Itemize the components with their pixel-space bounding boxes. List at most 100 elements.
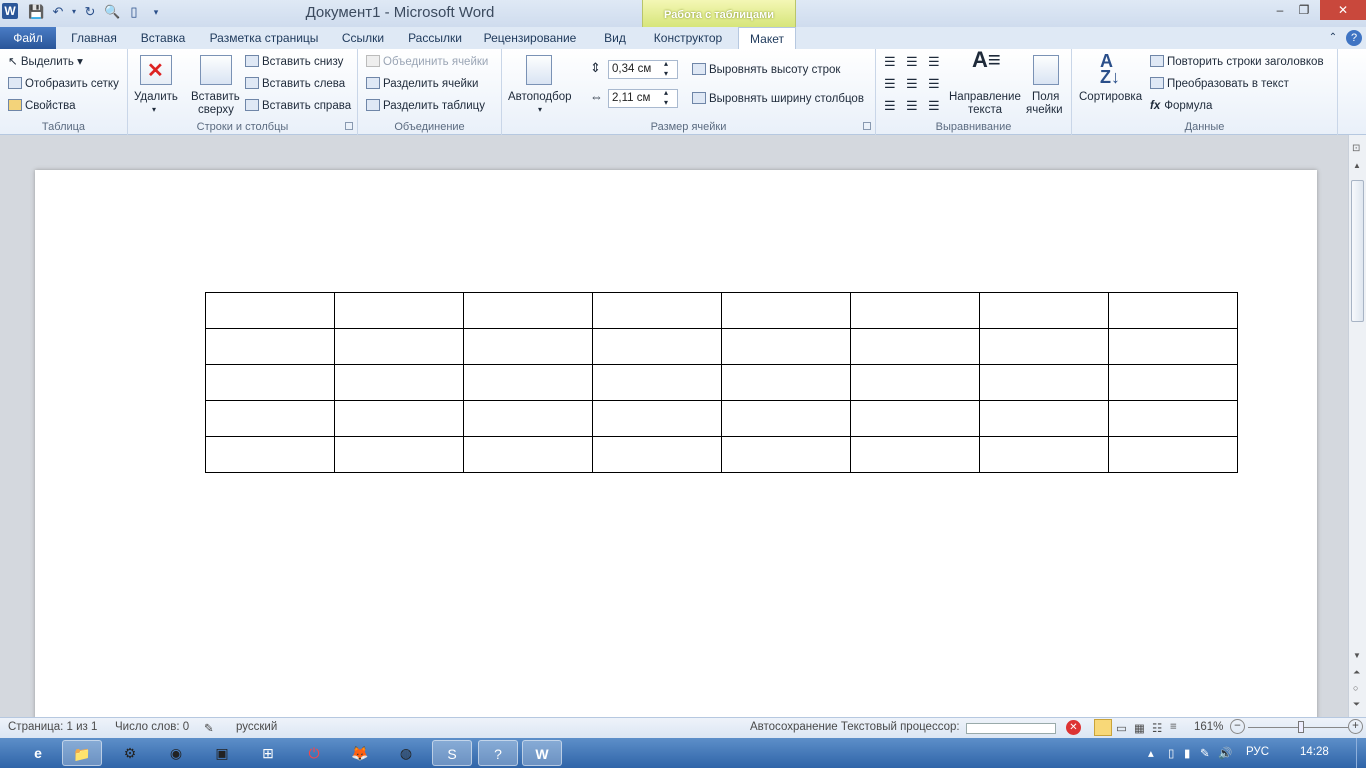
table-cell[interactable] <box>592 400 722 437</box>
table-cell[interactable] <box>592 364 722 401</box>
app-tray-icon[interactable]: ✎ <box>1200 746 1210 760</box>
skype-icon[interactable]: S <box>432 740 472 766</box>
scroll-thumb[interactable] <box>1351 180 1364 322</box>
tab-mailings[interactable]: Рассылки <box>402 27 468 49</box>
repeat-header-rows-button[interactable]: Повторить строки заголовков <box>1150 55 1324 69</box>
split-cells-button[interactable]: Разделить ячейки <box>366 77 478 91</box>
table-cell[interactable] <box>1108 364 1238 401</box>
table-cell[interactable] <box>592 436 722 473</box>
autofit-dropdown-icon[interactable]: ▾ <box>538 103 542 117</box>
align-bottom-center-icon[interactable]: ☰ <box>906 99 918 113</box>
table-cell[interactable] <box>1108 400 1238 437</box>
help-app-icon[interactable]: ? <box>478 740 518 766</box>
app-icon-2[interactable]: ▣ <box>202 740 242 766</box>
draft-view-icon[interactable]: ≡ <box>1170 721 1177 733</box>
minimize-button[interactable]: ‒ <box>1268 0 1292 20</box>
align-top-center-icon[interactable]: ☰ <box>906 55 918 69</box>
language-indicator[interactable]: русский <box>236 721 277 733</box>
text-direction-icon[interactable]: A≡ <box>972 49 1001 71</box>
table-cell[interactable] <box>721 400 851 437</box>
table-cell[interactable] <box>463 364 593 401</box>
align-middle-left-icon[interactable]: ☰ <box>884 77 896 91</box>
col-width-spinner-icon[interactable]: ▴ ▾ <box>664 88 668 108</box>
cell-size-launcher-icon[interactable] <box>863 122 871 130</box>
next-page-icon[interactable]: ⏷ <box>1353 699 1360 710</box>
table-cell[interactable] <box>850 400 980 437</box>
app-icon-3[interactable]: ⊞ <box>248 740 288 766</box>
full-screen-reading-icon[interactable]: ▭ <box>1116 721 1127 735</box>
scroll-up-icon[interactable]: ▲ <box>1353 161 1361 170</box>
volume-icon[interactable]: 🔊 <box>1218 746 1232 760</box>
device-icon[interactable]: ▯ <box>1168 746 1174 760</box>
media-player-icon[interactable]: ◉ <box>156 740 196 766</box>
sort-icon[interactable]: A Z↓ <box>1100 52 1120 86</box>
tab-review[interactable]: Рецензирование <box>480 27 580 49</box>
align-top-left-icon[interactable]: ☰ <box>884 55 896 69</box>
convert-to-text-button[interactable]: Преобразовать в текст <box>1150 77 1289 91</box>
ie-icon[interactable]: e <box>18 740 58 766</box>
insert-right-button[interactable]: Вставить справа <box>245 99 351 113</box>
print-layout-icon[interactable] <box>1094 719 1112 736</box>
show-hidden-icons-icon[interactable]: ▴ <box>1148 746 1154 760</box>
align-middle-right-icon[interactable]: ☰ <box>928 77 940 91</box>
select-browse-object-icon[interactable]: ○ <box>1353 683 1358 693</box>
table-cell[interactable] <box>205 436 335 473</box>
align-bottom-right-icon[interactable]: ☰ <box>928 99 940 113</box>
minimize-ribbon-icon[interactable]: ⌃ <box>1326 27 1340 49</box>
table-cell[interactable] <box>850 292 980 329</box>
show-desktop-button[interactable] <box>1356 738 1366 768</box>
table-cell[interactable] <box>463 292 593 329</box>
autofit-button[interactable]: Автоподбор <box>508 90 572 104</box>
explorer-icon[interactable]: 📁 <box>62 740 102 766</box>
table-cell[interactable] <box>205 328 335 365</box>
table-cell[interactable] <box>205 364 335 401</box>
table-cell[interactable] <box>334 328 464 365</box>
cell-margins-icon[interactable] <box>1033 55 1059 85</box>
distribute-cols-button[interactable]: Выровнять ширину столбцов <box>692 92 864 106</box>
outline-view-icon[interactable]: ☷ <box>1152 721 1162 735</box>
table-cell[interactable] <box>721 436 851 473</box>
app-icon-1[interactable]: ⚙ <box>110 740 150 766</box>
document-table[interactable] <box>205 292 1238 473</box>
table-cell[interactable] <box>979 364 1109 401</box>
sort-button[interactable]: Сортировка <box>1079 90 1142 104</box>
zoom-in-button[interactable]: + <box>1348 719 1363 734</box>
autofit-icon[interactable] <box>526 55 552 85</box>
table-cell[interactable] <box>1108 292 1238 329</box>
split-table-button[interactable]: Разделить таблицу <box>366 99 485 113</box>
delete-dropdown-icon[interactable]: ▾ <box>152 103 156 117</box>
tab-references[interactable]: Ссылки <box>334 27 392 49</box>
delete-button[interactable]: Удалить <box>134 90 178 104</box>
web-layout-icon[interactable]: ▦ <box>1134 721 1145 735</box>
align-middle-center-icon[interactable]: ☰ <box>906 77 918 91</box>
cancel-autosave-icon[interactable]: ✕ <box>1066 720 1081 735</box>
word-taskbar-icon[interactable]: W <box>522 740 562 766</box>
table-cell[interactable] <box>334 292 464 329</box>
cell-margins-button[interactable]: Поля <box>1032 90 1059 104</box>
clock[interactable]: 14:28 <box>1300 746 1329 758</box>
close-button[interactable]: ✕ <box>1320 0 1366 20</box>
table-cell[interactable] <box>1108 436 1238 473</box>
tab-layout[interactable]: Макет <box>738 27 796 50</box>
previous-page-icon[interactable]: ⏶ <box>1353 667 1360 678</box>
tab-page-layout[interactable]: Разметка страницы <box>204 27 324 49</box>
table-cell[interactable] <box>721 328 851 365</box>
insert-below-button[interactable]: Вставить снизу <box>245 55 343 69</box>
language-bar[interactable]: РУС <box>1246 746 1269 758</box>
chrome-icon[interactable]: ◍ <box>386 740 426 766</box>
tab-view[interactable]: Вид <box>594 27 636 49</box>
table-cell[interactable] <box>721 292 851 329</box>
document-page[interactable] <box>35 170 1317 730</box>
table-cell[interactable] <box>979 436 1109 473</box>
table-cell[interactable] <box>334 400 464 437</box>
insert-left-button[interactable]: Вставить слева <box>245 77 345 91</box>
table-cell[interactable] <box>463 436 593 473</box>
table-cell[interactable] <box>979 292 1109 329</box>
table-cell[interactable] <box>979 400 1109 437</box>
table-cell[interactable] <box>1108 328 1238 365</box>
tab-insert[interactable]: Вставка <box>134 27 192 49</box>
align-bottom-left-icon[interactable]: ☰ <box>884 99 896 113</box>
firefox-icon[interactable]: 🦊 <box>340 740 380 766</box>
view-gridlines-button[interactable]: Отобразить сетку <box>8 77 119 91</box>
table-cell[interactable] <box>334 364 464 401</box>
